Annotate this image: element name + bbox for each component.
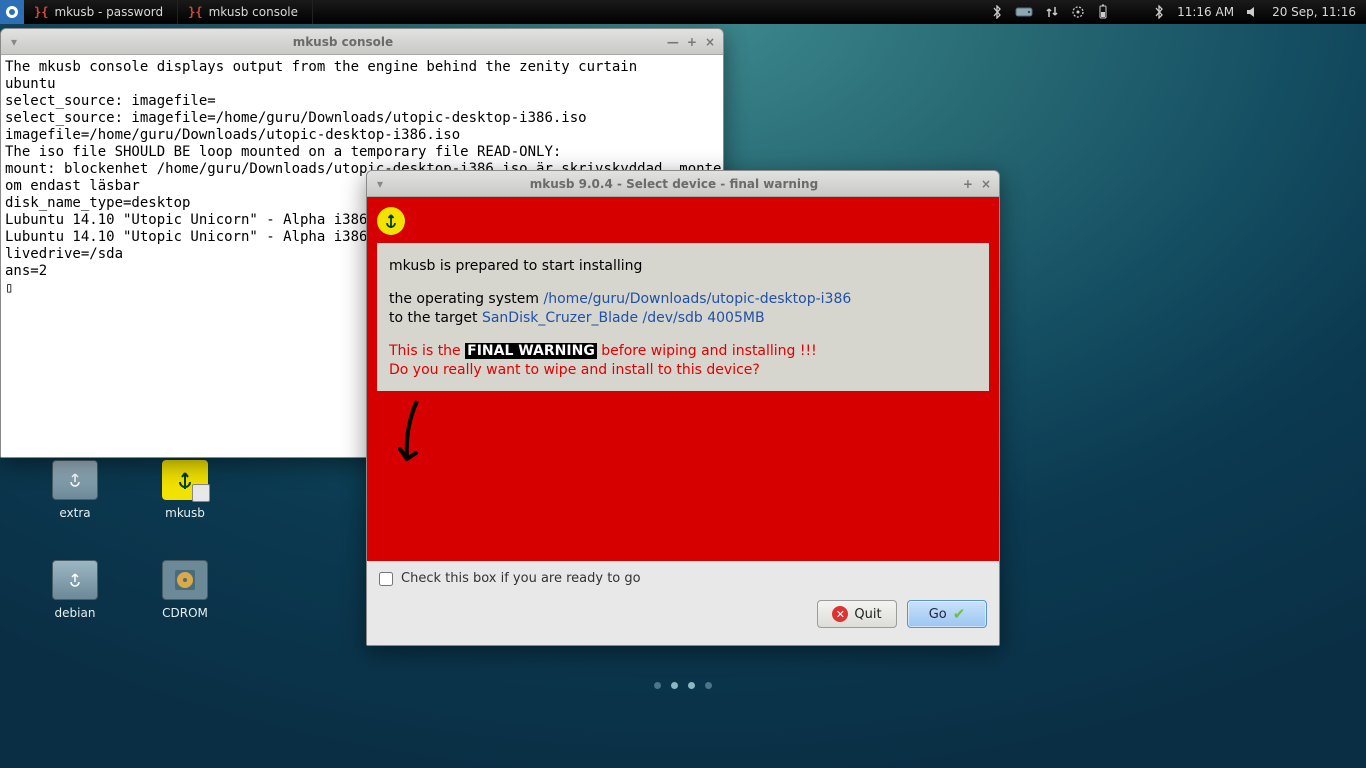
desktop-icon-cdrom[interactable]: CDROM [140,560,230,620]
bluetooth-icon[interactable] [991,5,1003,19]
battery-icon[interactable] [1097,4,1109,20]
final-warning-badge: FINAL WARNING [465,343,597,359]
clock-1[interactable]: 11:16 AM [1177,5,1234,19]
cancel-x-icon: ✕ [832,606,848,622]
source-path-link: /home/guru/Downloads/utopic-desktop-i386 [543,291,851,307]
desktop-icon-mkusb[interactable]: mkusb [140,460,230,520]
task-label: mkusb console [209,5,298,19]
minimize-button[interactable]: — [667,35,679,49]
desktop-icon-label: CDROM [140,606,230,620]
taskbar-item-mkusb-console[interactable]: }{ mkusb console [178,0,313,24]
app-x-icon: }{ [188,5,202,19]
go-button[interactable]: Go ✔ [907,600,987,628]
window-title: mkusb 9.0.4 - Select device - final warn… [393,177,955,191]
ready-checkbox-row: Check this box if you are ready to go [367,561,999,592]
warning-red-lower [377,391,989,561]
msg-line-1: mkusb is prepared to start installing [389,257,977,276]
network-icon[interactable] [1045,5,1059,19]
volume-icon[interactable] [1246,6,1260,18]
msg-line-2: the operating system /home/guru/Download… [389,290,977,309]
drive-icon [52,460,98,500]
desktop-icon-extra[interactable]: extra [30,460,120,520]
warning-message-box: mkusb is prepared to start installing th… [377,243,989,391]
drive-tray-icon[interactable] [1015,6,1033,18]
cdrom-icon [162,560,208,600]
top-panel: }{ mkusb - password }{ mkusb console 11:… [0,0,1366,24]
window-title: mkusb console [27,35,659,49]
maximize-button[interactable]: + [687,35,697,49]
button-label: Quit [854,607,881,622]
dialog-buttons: ✕ Quit Go ✔ [367,592,999,640]
window-menu-icon[interactable]: ▾ [367,177,393,191]
check-icon: ✔ [953,605,966,623]
usb-circle-icon [377,207,405,235]
quit-button[interactable]: ✕ Quit [817,600,897,628]
confirm-question: Do you really want to wipe and install t… [389,361,977,380]
taskbar-item-mkusb-password[interactable]: }{ mkusb - password [24,0,178,24]
maximize-button[interactable]: + [963,177,973,191]
final-warning-dialog: ▾ mkusb 9.0.4 - Select device - final wa… [366,170,1000,646]
desktop-icons: extra mkusb debian CDROM [30,460,240,620]
bluetooth-icon-2[interactable] [1153,5,1165,19]
ready-checkbox[interactable] [379,572,393,586]
close-button[interactable]: × [981,177,991,191]
button-label: Go [929,607,947,622]
ready-checkbox-label: Check this box if you are ready to go [401,571,641,586]
msg-line-3: to the target SanDisk_Cruzer_Blade /dev/… [389,309,977,328]
desktop-icon-label: extra [30,506,120,520]
final-warning-line: This is the FINAL WARNING before wiping … [389,342,977,361]
dialog-titlebar[interactable]: ▾ mkusb 9.0.4 - Select device - final wa… [367,171,999,197]
arrow-down-icon [395,397,425,477]
usb-circle-icon [162,460,208,500]
clock-2[interactable]: 20 Sep, 11:16 [1272,5,1356,19]
system-tray: 11:16 AM 20 Sep, 11:16 [981,4,1366,20]
task-label: mkusb - password [54,5,163,19]
warning-red-area: mkusb is prepared to start installing th… [367,197,999,561]
drive-icon [52,560,98,600]
desktop-icon-debian[interactable]: debian [30,560,120,620]
close-button[interactable]: × [705,35,715,49]
app-menu-icon[interactable] [0,0,24,24]
desktop-icon-label: debian [30,606,120,620]
desktop-icon-label: mkusb [140,506,230,520]
settings-wrench-icon[interactable] [1071,5,1085,19]
target-device-link: SanDisk_Cruzer_Blade /dev/sdb 4005MB [482,310,765,326]
app-x-icon: }{ [34,5,48,19]
busy-indicator [654,682,712,689]
window-menu-icon[interactable]: ▾ [1,35,27,49]
console-titlebar[interactable]: ▾ mkusb console — + × [1,29,723,55]
